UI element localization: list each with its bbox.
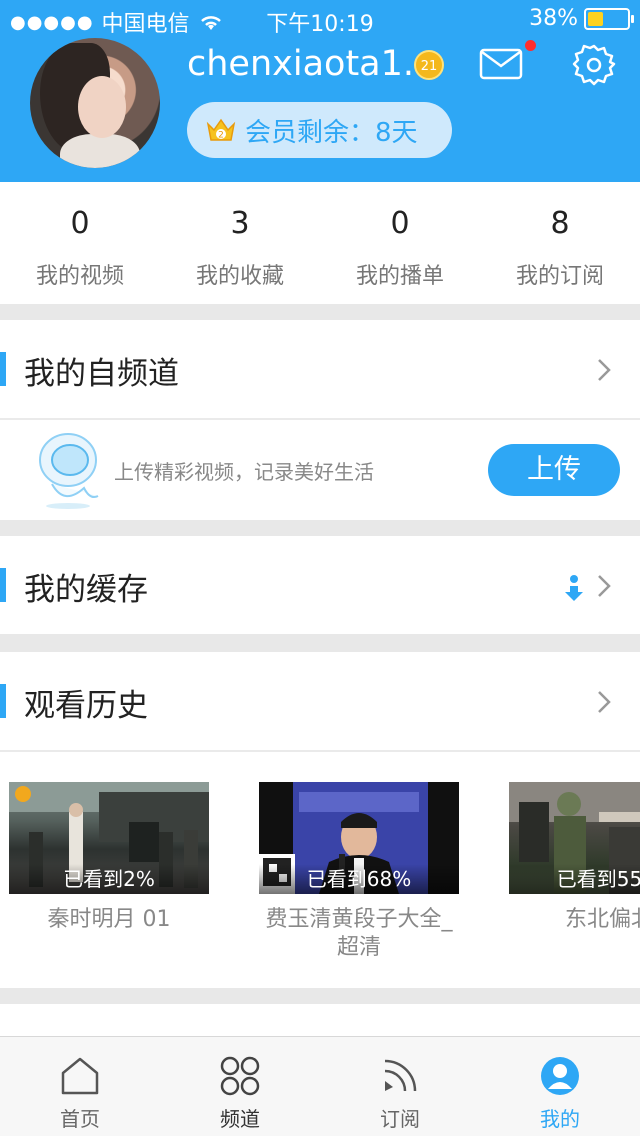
my-cache-header[interactable]: 我的缓存 <box>0 536 640 634</box>
status-right: 38% <box>529 6 634 31</box>
section-title: 观看历史 <box>24 688 148 724</box>
tab-home[interactable]: 首页 <box>0 1037 160 1136</box>
tab-label: 频道 <box>220 1107 260 1131</box>
section-accent-bar <box>0 684 6 718</box>
stat-my-subscriptions[interactable]: 8 我的订阅 <box>480 182 640 304</box>
upload-row: 上传精彩视频，记录美好生活 上传 <box>0 420 640 520</box>
video-thumbnail: 已看到2% <box>9 782 209 894</box>
stat-my-videos[interactable]: 0 我的视频 <box>0 182 160 304</box>
tab-label: 我的 <box>540 1107 580 1131</box>
my-channel-header[interactable]: 我的自频道 <box>0 320 640 418</box>
tab-bar: 首页 频道 订阅 我的 <box>0 1036 640 1136</box>
stat-count: 0 <box>70 206 90 241</box>
battery-percent: 38% <box>529 6 578 31</box>
watch-progress: 已看到55% <box>509 864 640 894</box>
gear-icon[interactable] <box>572 42 616 86</box>
mail-icon[interactable] <box>479 48 523 80</box>
stat-count: 0 <box>390 206 410 241</box>
username[interactable]: chenxiaota1... <box>187 44 436 84</box>
stat-my-favorites[interactable]: 3 我的收藏 <box>160 182 320 304</box>
profile-icon <box>541 1057 579 1095</box>
chevron-right-icon <box>598 575 611 597</box>
watch-history-section: 观看历史 已看到2% 秦时明月 01 已看到68% 费玉清黄段子大全_超清 已看… <box>0 652 640 988</box>
video-thumbnail: 已看到55% <box>509 782 640 894</box>
video-thumbnail: 已看到68% <box>259 782 459 894</box>
level-badge: 21 <box>414 50 444 80</box>
stat-label: 我的视频 <box>35 264 124 289</box>
status-bar: ●●●●● 中国电信 下午10:19 38% <box>0 0 640 40</box>
stat-count: 3 <box>230 206 250 241</box>
vip-status-pill[interactable]: 2 会员剩余：8天 <box>187 102 452 158</box>
stat-label: 我的播单 <box>355 264 444 289</box>
history-list: 已看到2% 秦时明月 01 已看到68% 费玉清黄段子大全_超清 已看到55 东… <box>0 752 640 988</box>
stat-label: 我的收藏 <box>195 264 284 289</box>
section-accent-bar <box>0 352 6 386</box>
tab-subscriptions[interactable]: 订阅 <box>320 1037 480 1136</box>
watch-progress: 已看到2% <box>9 864 209 894</box>
my-cache-section: 我的缓存 <box>0 536 640 634</box>
avatar[interactable] <box>30 38 160 168</box>
chevron-right-icon <box>598 359 611 381</box>
section-title: 我的缓存 <box>24 572 148 608</box>
section-title: 我的自频道 <box>24 356 179 392</box>
stat-count: 8 <box>550 206 570 241</box>
history-item[interactable]: 已看到68% 费玉清黄段子大全_超清 <box>259 782 459 962</box>
tab-label: 订阅 <box>380 1107 420 1131</box>
crown-icon: 2 <box>206 118 236 141</box>
video-title: 费玉清黄段子大全_超清 <box>265 907 453 960</box>
stats-row: 0 我的视频 3 我的收藏 0 我的播单 8 我的订阅 <box>0 182 640 304</box>
video-title: 秦时明月 01 <box>47 907 171 932</box>
watch-progress: 已看到68% <box>259 864 459 894</box>
svg-text:2: 2 <box>218 131 224 141</box>
rss-icon <box>384 1059 417 1092</box>
stat-label: 我的订阅 <box>515 264 604 289</box>
upload-prompt: 上传精彩视频，记录美好生活 <box>114 460 374 484</box>
section-accent-bar <box>0 568 6 602</box>
tab-channels[interactable]: 频道 <box>160 1037 320 1136</box>
home-icon <box>61 1057 99 1095</box>
mascot-icon <box>39 433 99 509</box>
history-item[interactable]: 已看到55% 东北偏北 <box>509 782 640 934</box>
tab-me[interactable]: 我的 <box>480 1037 640 1136</box>
video-title: 东北偏北 <box>564 907 640 932</box>
chevron-right-icon <box>598 691 611 713</box>
vip-remaining-text: 会员剩余：8天 <box>245 117 418 148</box>
watch-history-header[interactable]: 观看历史 <box>0 652 640 750</box>
my-channel-section: 我的自频道 上传精彩视频，记录美好生活 上传 <box>0 320 640 520</box>
download-icon <box>565 575 583 601</box>
upload-button[interactable]: 上传 <box>488 444 620 496</box>
tab-label: 首页 <box>60 1107 100 1131</box>
notification-dot <box>525 40 536 51</box>
stat-my-playlists[interactable]: 0 我的播单 <box>320 182 480 304</box>
profile-header: ●●●●● 中国电信 下午10:19 38% chenxiaota1... 21 <box>0 0 640 182</box>
grid-icon <box>220 1056 260 1096</box>
history-item[interactable]: 已看到2% 秦时明月 01 <box>9 782 209 934</box>
battery-icon <box>584 7 634 30</box>
